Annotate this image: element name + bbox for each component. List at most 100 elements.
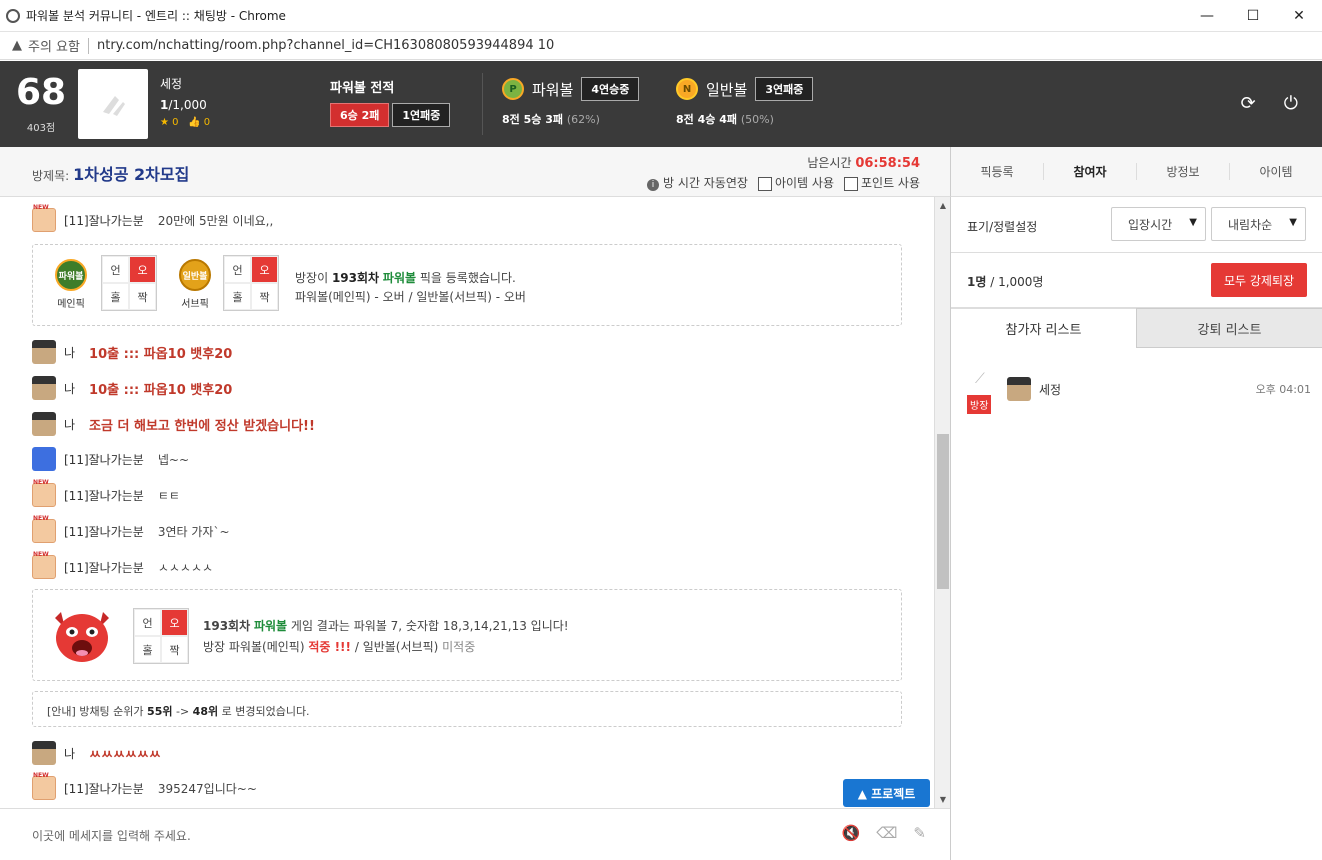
sort-order-select[interactable]: 내림차순 ▼ xyxy=(1211,207,1306,241)
message-nick[interactable]: [11]잘나가는분 xyxy=(64,523,144,540)
message-text: 395247입니다~~ xyxy=(157,781,257,796)
level-block: 68 403점 xyxy=(14,73,68,135)
avatar[interactable] xyxy=(32,376,56,400)
message-nick[interactable]: [11]잘나가는분 xyxy=(64,212,144,229)
sort-label: 표기/정렬설정 xyxy=(967,220,1038,234)
tab-room-info[interactable]: 방정보 xyxy=(1137,163,1230,180)
level-points: 403점 xyxy=(26,123,56,134)
member-row[interactable]: ⟋ 방장 세정 오후 04:01 xyxy=(967,371,1311,415)
avatar[interactable] xyxy=(32,479,56,507)
chat-area[interactable]: [11]잘나가는분 20만에 5만원 이네요,, 파워볼 메인픽 언 오 홀 짝… xyxy=(0,197,934,808)
pick-cell: 오 xyxy=(129,256,156,283)
avatar[interactable] xyxy=(32,412,56,436)
message-nick[interactable]: [11]잘나가는분 xyxy=(64,780,144,797)
main-pick-grid: 언 오 홀 짝 xyxy=(101,255,157,311)
avatar[interactable] xyxy=(32,447,56,471)
normalball-streak: 3연패중 xyxy=(755,77,814,101)
avatar[interactable] xyxy=(1007,377,1031,401)
url-text[interactable]: ntry.com/nchatting/room.php?channel_id=C… xyxy=(97,38,554,53)
message-nick[interactable]: 나 xyxy=(64,416,75,433)
main-pick-label: 메인픽 xyxy=(57,299,85,310)
chat-message: 나 조금 더 해보고 한번에 정산 받겠습니다!! xyxy=(32,411,315,437)
result-cell: 언 xyxy=(134,609,161,636)
avatar[interactable] xyxy=(32,515,56,543)
chat-message: 나 ㅆㅆㅆㅆㅆㅆ xyxy=(32,740,161,766)
point-use-checkbox[interactable]: 포인트 사용 xyxy=(843,174,920,191)
sort-field-select[interactable]: 입장시간 ▼ xyxy=(1111,207,1206,241)
tab-participants[interactable]: 참여자 xyxy=(1044,163,1137,180)
message-text: 3연타 가자`~ xyxy=(157,524,230,539)
notice-post: 로 변경되었습니다. xyxy=(218,705,310,718)
auto-extend[interactable]: i방 시간 자동연장 xyxy=(647,174,748,191)
maximize-icon[interactable]: ☐ xyxy=(1230,0,1276,32)
pick-register-card: 파워볼 메인픽 언 오 홀 짝 일반볼 서브픽 언 오 홀 짝 방장이 193회… xyxy=(32,244,902,326)
pick-ball-name: 파워볼 xyxy=(382,271,417,285)
participant-count-row: 1명 / 1,000명 모두 강제퇴장 xyxy=(951,253,1322,308)
power-icon[interactable]: ⏻ xyxy=(1284,93,1298,114)
message-nick[interactable]: 나 xyxy=(64,380,75,397)
avatar[interactable] xyxy=(32,551,56,579)
record-streak-badge: 1연패중 xyxy=(392,103,451,127)
message-nick[interactable]: [11]잘나가는분 xyxy=(64,487,144,504)
member-name[interactable]: 세정 xyxy=(1039,381,1061,398)
message-nick[interactable]: 나 xyxy=(64,344,75,361)
scroll-thumb[interactable] xyxy=(937,434,949,589)
powerball-summary: P 파워볼 4연승중 8전 5승 3패 (62%) xyxy=(502,77,640,127)
address-bar[interactable]: ▲ 주의 요함 ntry.com/nchatting/room.php?chan… xyxy=(0,32,1322,60)
chat-message: [11]잘나가는분 ㅅㅅㅅㅅㅅ xyxy=(32,551,213,580)
chat-scrollbar[interactable]: ▲ ▼ xyxy=(934,197,950,808)
avatar[interactable] xyxy=(32,741,56,765)
minimize-icon[interactable]: — xyxy=(1184,0,1230,32)
chat-message: 나 10출 ::: 파옵10 뱃후20 xyxy=(32,375,232,401)
pick-cell: 오 xyxy=(251,256,278,283)
close-icon[interactable]: ✕ xyxy=(1276,0,1322,32)
auto-extend-label: 방 시간 자동연장 xyxy=(663,176,748,190)
chat-message: [11]잘나가는분 ㅌㅌ xyxy=(32,479,180,508)
mute-icon[interactable]: 🔇 xyxy=(842,824,861,842)
star-icon: ★ xyxy=(160,117,169,128)
powerball-name: 파워볼 xyxy=(532,80,574,99)
main-ball-icon: 파워볼 xyxy=(55,259,87,291)
avatar[interactable] xyxy=(32,204,56,232)
item-use-checkbox[interactable]: 아이템 사용 xyxy=(757,174,834,191)
refresh-icon[interactable]: ⟳ xyxy=(1241,93,1256,114)
window-title: 파워볼 분석 커뮤니티 - 엔트리 :: 채팅방 - Chrome xyxy=(26,9,286,23)
message-nick[interactable]: [11]잘나가는분 xyxy=(64,559,144,576)
message-input[interactable]: 이곳에 메세지를 입력해 주세요. xyxy=(32,827,191,844)
chat-message: 나 10출 ::: 파옵10 뱃후20 xyxy=(32,339,232,365)
powerball-pct: (62%) xyxy=(566,113,600,126)
magic-wand-icon[interactable]: ✎ xyxy=(913,824,926,842)
chat-message: [11]잘나가는분 20만에 5만원 이네요,, xyxy=(32,204,273,233)
user-avatar[interactable] xyxy=(78,69,148,139)
tab-participant-list[interactable]: 참가자 리스트 xyxy=(951,308,1136,348)
project-button[interactable]: ▲ 프로젝트 xyxy=(843,779,930,807)
eraser-icon[interactable]: ⌫ xyxy=(876,824,897,842)
member-join-time: 오후 04:01 xyxy=(1255,383,1311,396)
pick-line1-pre: 방장이 xyxy=(295,271,332,285)
record-title: 파워볼 전적 xyxy=(330,81,395,96)
message-nick[interactable]: [11]잘나가는분 xyxy=(64,451,144,468)
tab-pick-register[interactable]: 픽등록 xyxy=(951,163,1044,180)
user-stats: ★ 0 👍 0 xyxy=(160,117,210,128)
participant-tabs: 참가자 리스트 강퇴 리스트 xyxy=(951,308,1322,348)
result-hit: 적중 !!! xyxy=(308,640,352,654)
result-cell: 홀 xyxy=(134,636,161,663)
avatar[interactable] xyxy=(32,772,56,800)
room-title-text: 1차성공 2차모집 xyxy=(73,165,190,184)
participants-panel: 표기/정렬설정 입장시간 ▼ 내림차순 ▼ 1명 / 1,000명 모두 강제퇴장 … xyxy=(950,197,1322,860)
notice-from: 55위 xyxy=(147,705,173,718)
tab-items[interactable]: 아이템 xyxy=(1230,163,1322,180)
scroll-up-icon[interactable]: ▲ xyxy=(935,201,951,210)
default-avatar-icon: ⟋ xyxy=(975,371,985,387)
right-tabs: 픽등록 참여자 방정보 아이템 xyxy=(950,147,1322,197)
avatar[interactable] xyxy=(32,340,56,364)
powerball-record: 파워볼 전적 6승 2패 1연패중 xyxy=(330,77,451,127)
message-nick[interactable]: 나 xyxy=(64,745,75,762)
scroll-down-icon[interactable]: ▼ xyxy=(935,795,951,804)
pick-cell: 홀 xyxy=(102,283,129,310)
tab-kicked-list[interactable]: 강퇴 리스트 xyxy=(1136,308,1322,348)
message-text: ㅆㅆㅆㅆㅆㅆ xyxy=(89,747,161,763)
warning-icon: ▲ xyxy=(12,38,22,53)
participant-count: 1명 xyxy=(967,275,987,289)
kick-all-button[interactable]: 모두 강제퇴장 xyxy=(1211,263,1307,297)
